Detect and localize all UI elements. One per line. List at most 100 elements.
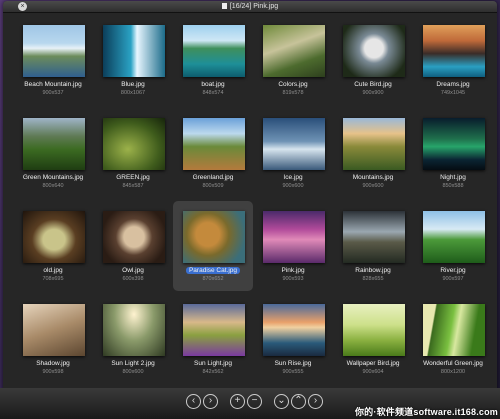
thumbnail-dimensions: 900x537 — [42, 90, 64, 96]
thumbnail-item[interactable]: Sun Rise.jpg 900x555 — [253, 294, 333, 384]
thumbnail-item[interactable]: River.jpg 900x597 — [413, 201, 493, 291]
thumbnail-filename: Mountains.jpg — [352, 174, 394, 181]
thumbnail-image[interactable] — [423, 304, 485, 356]
thumbnail-dimensions: 900x900 — [362, 90, 384, 96]
scroll-up-button[interactable]: ⌃ — [291, 394, 306, 409]
thumbnail-item[interactable]: Blue.jpg 800x1067 — [93, 15, 173, 105]
thumbnail-item[interactable]: old.jpg 708x695 — [13, 201, 93, 291]
thumbnail-item[interactable]: Rainbow.jpg 828x655 — [333, 201, 413, 291]
thumbnail-dimensions: 708x695 — [42, 276, 64, 282]
thumbnail-item[interactable]: Sun Light.jpg 842x562 — [173, 294, 253, 384]
thumbnail-grid: Beach Mountain.jpg 900x537 Blue.jpg 800x106… — [3, 15, 497, 387]
thumbnail-image[interactable] — [423, 211, 485, 263]
document-icon — [221, 3, 227, 10]
thumbnail-image[interactable] — [183, 118, 245, 170]
title-bar: × [16/24] Pink.jpg — [3, 1, 497, 13]
thumbnail-image[interactable] — [103, 118, 165, 170]
thumbnail-dimensions: 800x1200 — [440, 369, 466, 375]
thumbnail-dimensions: 800x640 — [42, 183, 64, 189]
thumbnail-dimensions: 900x600 — [362, 183, 384, 189]
thumbnail-item[interactable]: Beach Mountain.jpg 900x537 — [13, 15, 93, 105]
thumbnail-image[interactable] — [263, 304, 325, 356]
thumbnail-filename: GREEN.jpg — [116, 174, 150, 181]
thumbnail-dimensions: 600x398 — [122, 276, 144, 282]
thumbnail-item[interactable]: Night.jpg 850x588 — [413, 108, 493, 198]
thumbnail-item[interactable]: Shadow.jpg 900x598 — [13, 294, 93, 384]
thumbnail-image[interactable] — [103, 304, 165, 356]
thumbnail-dimensions: 800x509 — [202, 183, 224, 189]
thumbnail-item[interactable]: Owl.jpg 600x398 — [93, 201, 173, 291]
next-button[interactable]: › — [203, 394, 218, 409]
thumbnail-item[interactable]: Pink.jpg 900x593 — [253, 201, 333, 291]
scroll-down-button[interactable]: ⌄ — [274, 394, 289, 409]
thumbnail-dimensions: 870x652 — [202, 276, 224, 282]
thumbnail-filename: Wonderful Green.jpg — [423, 360, 483, 367]
thumbnail-dimensions: 900x598 — [42, 369, 64, 375]
thumbnail-filename: Wallpaper Bird.jpg — [346, 360, 400, 367]
thumbnail-image[interactable] — [263, 118, 325, 170]
thumbnail-image[interactable] — [423, 25, 485, 77]
thumbnail-image[interactable] — [23, 118, 85, 170]
thumbnail-dimensions: 848x574 — [202, 90, 224, 96]
thumbnail-image[interactable] — [343, 25, 405, 77]
thumbnail-filename: Sun Light.jpg — [194, 360, 232, 367]
thumbnail-filename: Dreams.jpg — [436, 81, 470, 88]
thumbnail-dimensions: 842x562 — [202, 369, 224, 375]
thumbnail-image[interactable] — [183, 304, 245, 356]
thumbnail-dimensions: 800x1067 — [120, 90, 146, 96]
thumbnail-image[interactable] — [23, 304, 85, 356]
thumbnail-filename: Night.jpg — [440, 174, 466, 181]
navigation-bar: ‹ › + − ⌄ ⌃ › 你的·软件频道software.it168.com — [0, 388, 500, 419]
thumbnail-item[interactable]: Colors.jpg 819x578 — [253, 15, 333, 105]
thumbnail-filename: Pink.jpg — [281, 267, 305, 274]
play-slideshow-button[interactable]: › — [308, 394, 323, 409]
thumbnail-image[interactable] — [263, 211, 325, 263]
thumbnail-filename: boat.jpg — [201, 81, 225, 88]
thumbnail-item[interactable]: Cute Bird.jpg 900x900 — [333, 15, 413, 105]
thumbnail-dimensions: 749x1045 — [440, 90, 466, 96]
thumbnail-filename: Owl.jpg — [122, 267, 144, 274]
thumbnail-image[interactable] — [183, 211, 245, 263]
watermark: 你的·软件频道software.it168.com — [354, 407, 498, 417]
thumbnail-item[interactable]: GREEN.jpg 845x587 — [93, 108, 173, 198]
thumbnail-item[interactable]: Mountains.jpg 900x600 — [333, 108, 413, 198]
thumbnail-item[interactable]: Wallpaper Bird.jpg 900x604 — [333, 294, 413, 384]
thumbnail-filename: Paradise Cat.jpg — [167, 267, 259, 275]
thumbnail-filename: Green Mountains.jpg — [22, 174, 84, 181]
thumbnail-filename: Greenland.jpg — [192, 174, 234, 181]
thumbnail-image[interactable] — [423, 118, 485, 170]
thumbnail-dimensions: 845x587 — [122, 183, 144, 189]
thumbnail-filename: Blue.jpg — [121, 81, 145, 88]
thumbnail-item[interactable]: Greenland.jpg 800x509 — [173, 108, 253, 198]
thumbnail-filename: Sun Light 2.jpg — [111, 360, 155, 367]
thumbnail-image[interactable] — [103, 25, 165, 77]
image-browser-window: × [16/24] Pink.jpg Beach Mountain.jpg 900… — [3, 1, 497, 394]
thumbnail-filename: Rainbow.jpg — [355, 267, 391, 274]
thumbnail-image[interactable] — [23, 211, 85, 263]
thumbnail-filename: Beach Mountain.jpg — [24, 81, 82, 88]
thumbnail-image[interactable] — [343, 211, 405, 263]
zoom-out-button[interactable]: − — [247, 394, 262, 409]
thumbnail-image[interactable] — [343, 118, 405, 170]
thumbnail-item[interactable]: Paradise Cat.jpg 870x652 — [173, 201, 253, 291]
thumbnail-item[interactable]: Ice.jpg 900x600 — [253, 108, 333, 198]
previous-button[interactable]: ‹ — [186, 394, 201, 409]
zoom-in-button[interactable]: + — [230, 394, 245, 409]
thumbnail-item[interactable]: Sun Light 2.jpg 800x600 — [93, 294, 173, 384]
thumbnail-filename: old.jpg — [43, 267, 63, 274]
thumbnail-image[interactable] — [343, 304, 405, 356]
thumbnail-item[interactable]: boat.jpg 848x574 — [173, 15, 253, 105]
thumbnail-dimensions: 900x597 — [442, 276, 464, 282]
thumbnail-dimensions: 850x588 — [442, 183, 464, 189]
thumbnail-filename: Ice.jpg — [283, 174, 303, 181]
thumbnail-image[interactable] — [103, 211, 165, 263]
thumbnail-dimensions: 828x655 — [362, 276, 384, 282]
thumbnail-item[interactable]: Green Mountains.jpg 800x640 — [13, 108, 93, 198]
thumbnail-image[interactable] — [23, 25, 85, 77]
thumbnail-image[interactable] — [263, 25, 325, 77]
thumbnail-dimensions: 900x600 — [282, 183, 304, 189]
thumbnail-item[interactable]: Dreams.jpg 749x1045 — [413, 15, 493, 105]
thumbnail-image[interactable] — [183, 25, 245, 77]
thumbnail-item[interactable]: Wonderful Green.jpg 800x1200 — [413, 294, 493, 384]
thumbnail-dimensions: 900x604 — [362, 369, 384, 375]
